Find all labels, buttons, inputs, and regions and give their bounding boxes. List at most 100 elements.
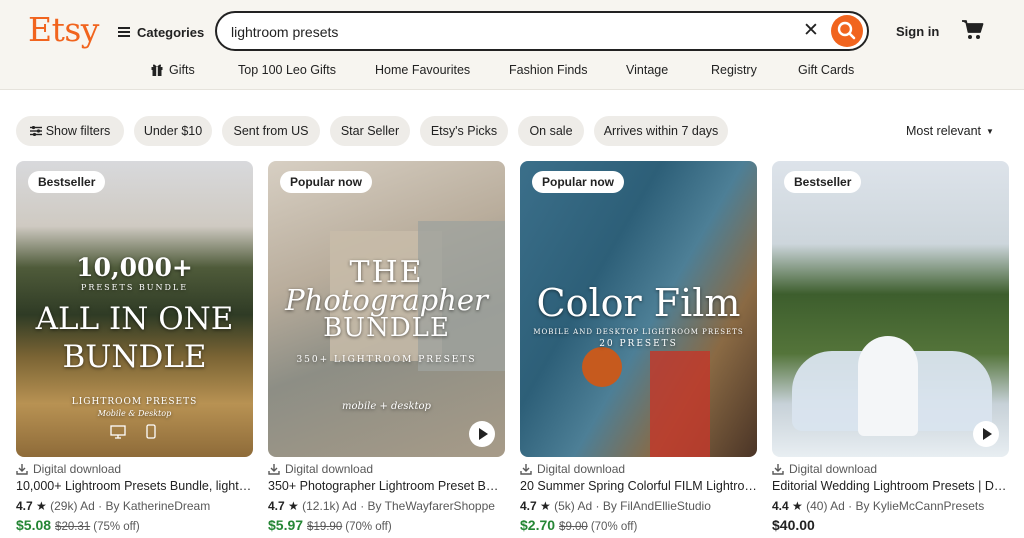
chip-arrives-within-7-days[interactable]: Arrives within 7 days: [594, 116, 728, 146]
overlay-text: LIGHTROOM PRESETS: [71, 397, 198, 407]
star-icon: ★: [288, 499, 299, 513]
listing-price: $40.00: [772, 517, 815, 535]
overlay-text: 20 PRESETS: [599, 339, 678, 349]
show-filters-button[interactable]: Show filters: [16, 116, 124, 146]
nav-item-home-favourites[interactable]: Home Favourites: [375, 63, 470, 77]
shop-name[interactable]: By TheWayfarerShoppe: [368, 499, 495, 513]
listing-image[interactable]: Bestseller: [772, 161, 1009, 457]
star-icon: ★: [540, 499, 551, 513]
rating-value: 4.7: [268, 499, 285, 513]
delivery-label: Digital download: [33, 462, 122, 476]
original-price: $19.90: [307, 521, 343, 533]
nav-item-gifts[interactable]: Gifts: [151, 63, 195, 77]
categories-label: Categories: [137, 24, 205, 40]
review-count: (29k): [50, 499, 78, 513]
star-icon: ★: [36, 499, 47, 513]
etsy-logo[interactable]: Etsy: [28, 10, 99, 49]
listing-image[interactable]: THE Photographer BUNDLE 350+ LIGHTROOM P…: [268, 161, 505, 457]
rating-value: 4.4: [772, 499, 789, 513]
overlay-text: 350+ LIGHTROOM PRESETS: [296, 355, 477, 365]
price: $40.00: [772, 517, 815, 533]
discount: (70% off): [345, 521, 392, 533]
search-input[interactable]: [231, 22, 791, 42]
overlay-text: BUNDLE: [323, 313, 450, 343]
overlay-text: BUNDLE: [62, 339, 207, 375]
listing-meta: 4.4 ★ (40) Ad · By KylieMcCannPresets: [772, 499, 985, 513]
review-count: (12.1k): [302, 499, 340, 513]
listing-image[interactable]: Color Film MOBILE AND DESKTOP LIGHTROOM …: [520, 161, 757, 457]
bride-shape: [858, 336, 918, 436]
clear-icon[interactable]: ✕: [801, 21, 821, 41]
nav-item-fashion-finds[interactable]: Fashion Finds: [509, 63, 588, 77]
overlay-text: MOBILE AND DESKTOP LIGHTROOM PRESETS: [533, 328, 744, 336]
play-icon[interactable]: [469, 421, 495, 447]
chip-on-sale[interactable]: On sale: [518, 116, 584, 146]
review-count: (5k): [554, 499, 575, 513]
cart-icon: [962, 20, 984, 39]
nav-item-gift-cards[interactable]: Gift Cards: [798, 63, 854, 77]
delivery-type: Digital download: [16, 462, 121, 476]
listing-title[interactable]: 350+ Photographer Lightroom Preset Bundl…: [268, 479, 505, 493]
discount: (75% off): [93, 521, 140, 533]
listing-card[interactable]: Color Film MOBILE AND DESKTOP LIGHTROOM …: [520, 161, 757, 538]
play-icon[interactable]: [973, 421, 999, 447]
download-icon: [268, 464, 280, 475]
review-count: (40): [806, 499, 828, 513]
overlay-text: Mobile & Desktop: [97, 409, 172, 418]
overlay-text: mobile + desktop: [342, 401, 431, 412]
listing-card[interactable]: Bestseller Digital download Editorial We…: [772, 161, 1009, 538]
delivery-type: Digital download: [268, 462, 373, 476]
ad-label: Ad: [830, 499, 845, 513]
listing-title[interactable]: 10,000+ Lightroom Presets Bundle, lightr…: [16, 479, 253, 493]
bestseller-badge: Bestseller: [784, 171, 862, 193]
discount: (70% off): [590, 521, 638, 533]
original-price: $20.31: [55, 521, 91, 533]
listing-image[interactable]: 10,000+ PRESETS BUNDLE ALL IN ONE BUNDLE…: [16, 161, 253, 457]
ad-label: Ad: [577, 499, 593, 513]
nav-item-label: Gifts: [169, 63, 195, 77]
listing-title[interactable]: 20 Summer Spring Colorful FILM Lightroom…: [520, 479, 757, 493]
chip-under-10[interactable]: Under $10: [134, 116, 212, 146]
rating-value: 4.7: [520, 499, 537, 513]
listing-meta: 4.7 ★ (29k) Ad · By KatherineDream: [16, 499, 211, 513]
listing-meta: 4.7 ★ (5k) Ad · By FilAndEllieStudio: [520, 499, 711, 513]
listing-price: $5.97 $19.90 (70% off): [268, 517, 392, 535]
flower-shape: [582, 347, 622, 387]
delivery-label: Digital download: [789, 462, 878, 476]
cart-button[interactable]: [961, 19, 985, 41]
desktop-icon: [110, 425, 126, 439]
listing-card[interactable]: THE Photographer BUNDLE 350+ LIGHTROOM P…: [268, 161, 505, 538]
ad-label: Ad: [342, 499, 357, 513]
categories-button[interactable]: Categories: [118, 22, 204, 42]
search-button[interactable]: [831, 15, 863, 47]
shop-name[interactable]: By KatherineDream: [106, 499, 211, 513]
delivery-label: Digital download: [285, 462, 374, 476]
overlay-text: 10,000+: [76, 253, 193, 282]
gift-icon: [151, 64, 163, 76]
nav-item-registry[interactable]: Registry: [711, 63, 757, 77]
chip-sent-from-us[interactable]: Sent from US: [222, 116, 320, 146]
shop-name[interactable]: By KylieMcCannPresets: [856, 499, 985, 513]
sort-dropdown[interactable]: Most relevant ▼: [906, 124, 994, 138]
shop-name[interactable]: By FilAndEllieStudio: [603, 499, 711, 513]
sign-in-link[interactable]: Sign in: [896, 24, 939, 39]
delivery-type: Digital download: [520, 462, 625, 476]
popular-now-badge: Popular now: [280, 171, 372, 193]
chip-star-seller[interactable]: Star Seller: [330, 116, 410, 146]
show-filters-label: Show filters: [45, 124, 111, 138]
chip-etsys-picks[interactable]: Etsy's Picks: [420, 116, 508, 146]
overlay-text: Photographer: [285, 283, 488, 317]
listing-price: $5.08 $20.31 (75% off): [16, 517, 140, 535]
search-bar: ✕: [215, 11, 869, 51]
red-sock-shape: [650, 351, 710, 457]
listing-card[interactable]: 10,000+ PRESETS BUNDLE ALL IN ONE BUNDLE…: [16, 161, 253, 538]
nav-item-vintage[interactable]: Vintage: [626, 63, 668, 77]
category-nav: Gifts Top 100 Leo Gifts Home Favourites …: [0, 60, 1024, 82]
bestseller-badge: Bestseller: [28, 171, 106, 193]
listing-meta: 4.7 ★ (12.1k) Ad · By TheWayfarerShoppe: [268, 499, 495, 513]
download-icon: [520, 464, 532, 475]
listing-title[interactable]: Editorial Wedding Lightroom Presets | DE…: [772, 479, 1009, 493]
mobile-icon: [146, 424, 156, 439]
sale-price: $5.08: [16, 517, 52, 533]
nav-item-top-100-leo-gifts[interactable]: Top 100 Leo Gifts: [238, 63, 336, 77]
